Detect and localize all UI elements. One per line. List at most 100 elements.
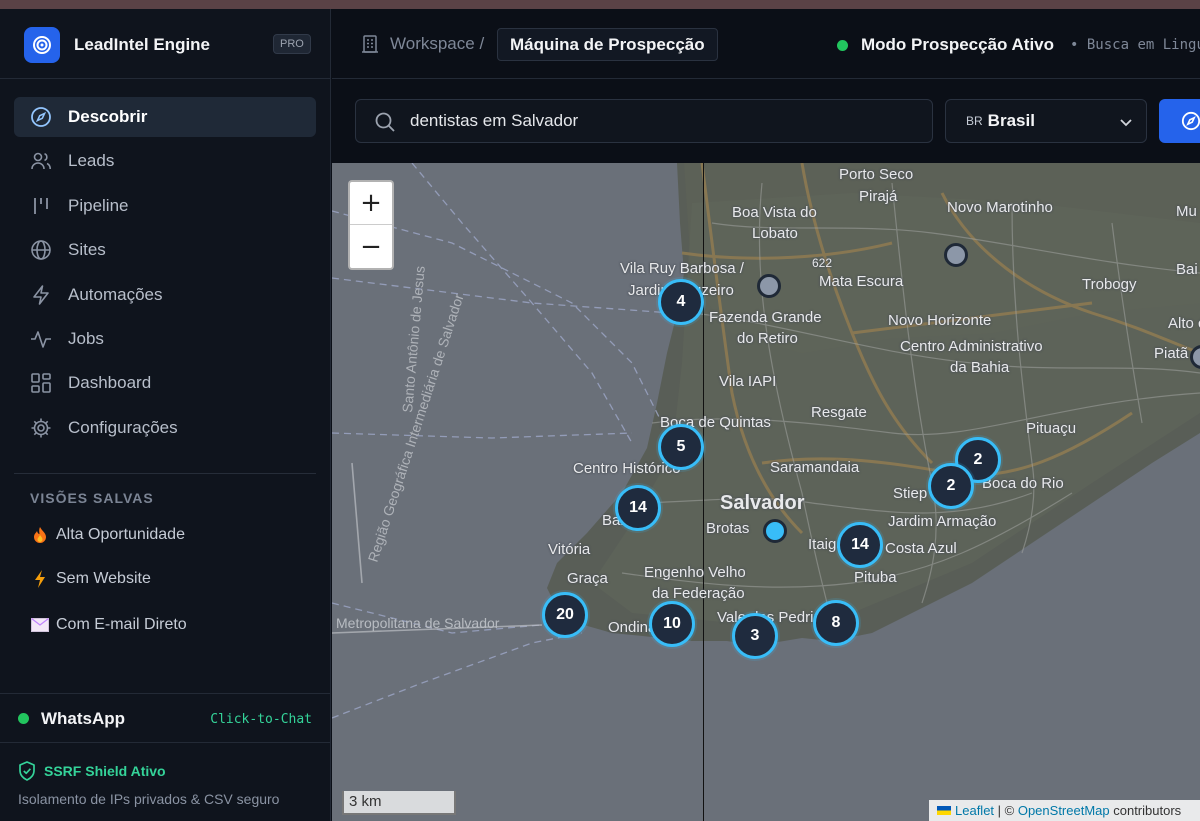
place-label: Pirajá (859, 188, 898, 205)
place-label: Piatã (1154, 345, 1189, 362)
whatsapp-label: WhatsApp (41, 709, 126, 728)
nav-label: Descobrir (68, 107, 148, 126)
fire-icon (30, 527, 50, 543)
place-label: Fazenda Grande (709, 309, 822, 326)
nav-item-pipeline[interactable]: Pipeline (14, 186, 316, 226)
place-label: Trobogy (1082, 276, 1137, 293)
lead-marker[interactable] (944, 243, 968, 267)
nav-item-jobs[interactable]: Jobs (14, 319, 316, 359)
nav-item-dashboard[interactable]: Dashboard (14, 363, 316, 403)
zoom-control: + − (348, 180, 394, 270)
place-label: da Federação (652, 585, 745, 602)
lead-cluster[interactable]: 14 (615, 485, 661, 531)
zoom-in-button[interactable]: + (350, 182, 392, 225)
nav-label: Automações (68, 284, 163, 304)
search-box[interactable] (355, 99, 933, 143)
whatsapp-panel[interactable]: WhatsApp Click-to-Chat (0, 693, 330, 743)
place-label: Graça (567, 570, 608, 587)
lead-cluster[interactable]: 5 (658, 424, 704, 470)
brand: LeadIntel Engine PRO (0, 9, 330, 79)
place-label: Bai (1176, 261, 1198, 278)
saved-view-sem-website[interactable]: Sem Website (30, 570, 320, 588)
building-icon (360, 34, 380, 54)
place-label: Saramandaia (770, 459, 860, 476)
leaflet-link[interactable]: Leaflet (955, 803, 994, 818)
search-toolbar: BR Brasil (332, 80, 1200, 163)
ssrf-subtitle: Isolamento de IPs privados & CSV seguro (18, 791, 280, 807)
compass-icon (1181, 111, 1200, 131)
brand-name: LeadIntel Engine (74, 35, 211, 54)
country-code: BR (966, 114, 983, 128)
pipeline-icon (30, 195, 52, 217)
nav-item-leads[interactable]: Leads (14, 141, 316, 181)
lead-cluster[interactable]: 10 (649, 601, 695, 647)
whatsapp-status-dot (18, 713, 29, 724)
place-label: 622 (812, 256, 833, 270)
search-icon (374, 111, 396, 138)
search-input[interactable] (410, 100, 910, 142)
compass-icon (30, 106, 52, 128)
nav-label: Leads (68, 151, 115, 171)
main-nav: Descobrir Leads Pipeline Sites Automaçõe… (14, 97, 316, 452)
lead-cluster[interactable]: 3 (732, 613, 778, 659)
place-label: Brotas (706, 520, 750, 537)
gear-icon (30, 417, 52, 439)
place-label: Costa Azul (885, 540, 957, 557)
place-label: Pituaçu (1026, 420, 1077, 437)
pro-badge: PRO (273, 34, 311, 54)
place-label: Novo Horizonte (888, 312, 992, 329)
nav-item-automacoes[interactable]: Automações (14, 275, 316, 315)
zoom-out-button[interactable]: − (350, 225, 392, 268)
lead-cluster[interactable]: 4 (658, 279, 704, 325)
place-label: Vitória (548, 541, 591, 558)
shield-check-icon (18, 761, 36, 781)
place-label: Engenho Velho (644, 564, 746, 581)
map-view[interactable]: Região Geográfica Intermediária de Salva… (332, 163, 1200, 821)
place-label: Boca do Rio (982, 475, 1064, 492)
sidebar-divider (14, 473, 316, 474)
country-select[interactable]: BR Brasil (945, 99, 1147, 143)
nav-item-descobrir[interactable]: Descobrir (14, 97, 316, 137)
nav-label: Jobs (68, 328, 104, 348)
map-label-metropolitana: Metropolitana de Salvador (336, 615, 500, 631)
country-name: Brasil (987, 111, 1035, 130)
nav-item-configuracoes[interactable]: Configurações (14, 408, 316, 448)
map-attribution: Leaflet | © OpenStreetMap contributors (929, 800, 1200, 821)
osm-link[interactable]: OpenStreetMap (1018, 803, 1110, 818)
lightning-icon (30, 284, 52, 306)
lead-cluster[interactable]: 14 (837, 522, 883, 568)
click-to-chat-link[interactable]: Click-to-Chat (210, 712, 312, 727)
target-logo-icon (24, 27, 60, 63)
nav-label: Configurações (68, 417, 178, 437)
nav-item-sites[interactable]: Sites (14, 230, 316, 270)
saved-view-com-email-direto[interactable]: Com E-mail Direto (30, 616, 320, 634)
place-label: Resgate (811, 404, 867, 421)
saved-view-alta-oportunidade[interactable]: Alta Oportunidade (30, 526, 320, 544)
place-label: Porto Seco (839, 166, 914, 183)
lead-marker[interactable] (757, 274, 781, 298)
nav-label: Pipeline (68, 195, 129, 215)
place-label: Novo Marotinho (947, 199, 1053, 216)
ukraine-flag-icon (937, 806, 951, 815)
lead-marker-selected[interactable] (763, 519, 787, 543)
activity-icon (30, 328, 52, 350)
lead-cluster[interactable]: 20 (542, 592, 588, 638)
place-label: Mata Escura (819, 273, 904, 290)
top-header: Workspace / Máquina de Prospecção Modo P… (332, 9, 1200, 79)
globe-icon (30, 239, 52, 261)
discover-button[interactable] (1159, 99, 1200, 143)
breadcrumb: Workspace / (360, 34, 484, 54)
dashboard-icon (30, 372, 52, 394)
lead-cluster[interactable]: 8 (813, 600, 859, 646)
place-label: Pituba (854, 569, 897, 586)
map-scale: 3 km (342, 791, 456, 815)
window-top-strip (0, 0, 1200, 9)
ssrf-title: SSRF Shield Ativo (44, 763, 166, 779)
lead-cluster[interactable]: 2 (928, 463, 974, 509)
status-dot (837, 39, 848, 51)
place-label: Vila Ruy Barbosa / (620, 260, 744, 277)
place-label: Stiep (893, 485, 928, 502)
place-label-city: Salvador (720, 492, 805, 514)
place-label: Alto c (1168, 315, 1200, 332)
breadcrumb-workspace[interactable]: Workspace / (390, 34, 484, 54)
